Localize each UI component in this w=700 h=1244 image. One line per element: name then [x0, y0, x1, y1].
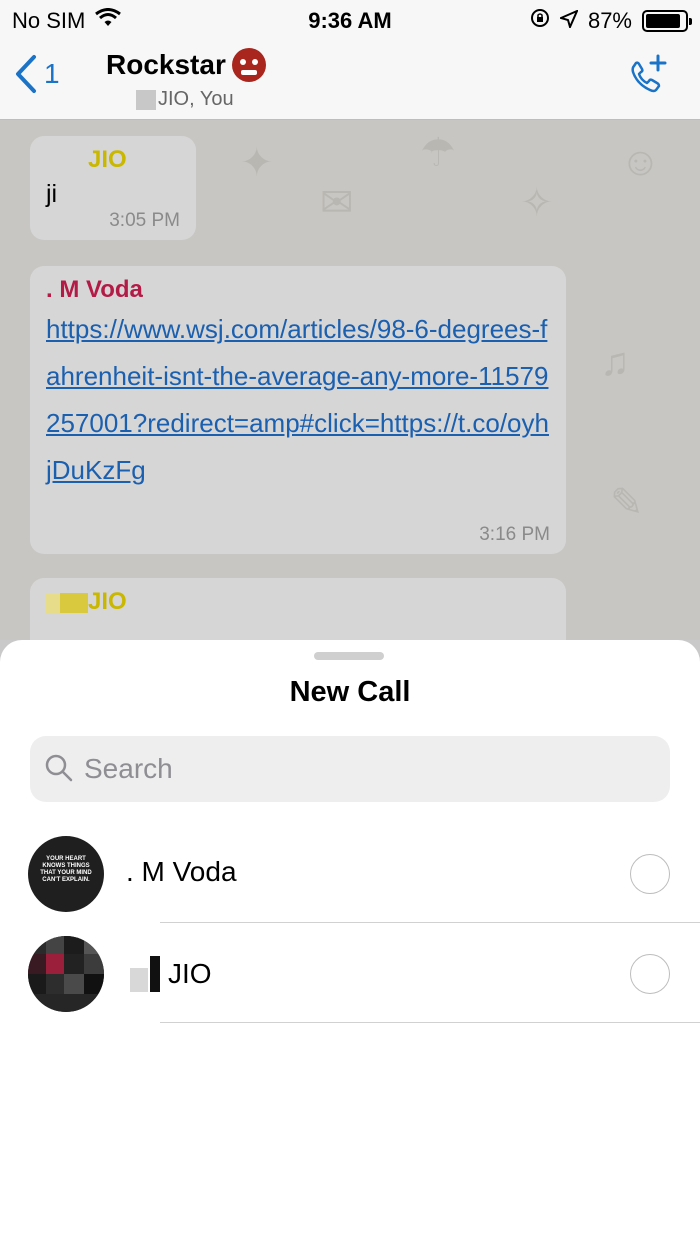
message-sender: . M Voda	[46, 276, 143, 303]
search-icon	[45, 754, 73, 782]
select-radio[interactable]	[630, 854, 670, 894]
doodle-icon: ✧	[520, 181, 554, 225]
status-bar: No SIM 9:36 AM 87%	[0, 0, 700, 40]
chat-title[interactable]: Rockstar	[106, 48, 266, 82]
location-icon	[558, 8, 579, 34]
contact-name: . M Voda	[126, 856, 237, 887]
contact-name: JIO	[168, 958, 212, 989]
search-bar[interactable]	[30, 736, 670, 802]
message-bubble[interactable]: . M Voda https://www.wsj.com/articles/98…	[30, 266, 566, 554]
battery-icon	[642, 10, 692, 32]
message-text: ji	[46, 180, 58, 208]
doodle-icon: ☂	[420, 131, 456, 175]
unread-count: 1	[44, 58, 60, 89]
contact-row[interactable]: JIO	[0, 924, 700, 1024]
avatar-text: YOUR HEART KNOWS THINGS THAT YOUR MIND C…	[40, 856, 92, 883]
pixel-block	[28, 974, 46, 994]
add-call-button[interactable]	[624, 54, 670, 105]
message-sender-label: JIO	[88, 588, 127, 615]
redacted-block	[150, 956, 160, 992]
select-radio[interactable]	[630, 954, 670, 994]
sheet-title: New Call	[289, 676, 411, 708]
message-sender: JIO	[46, 588, 550, 616]
new-call-sheet: New Call YOUR HEART KNOWS THINGS THAT YO…	[0, 640, 700, 1244]
message-bubble[interactable]: JIO	[30, 578, 566, 640]
message-link[interactable]: https://www.wsj.com/articles/98-6-degree…	[46, 306, 551, 494]
contact-row[interactable]: YOUR HEART KNOWS THINGS THAT YOUR MIND C…	[0, 824, 700, 924]
orientation-lock-icon	[530, 8, 550, 34]
redacted-block	[136, 89, 156, 110]
pixel-block	[64, 936, 84, 954]
pixel-block	[28, 994, 104, 1012]
message-sender: JIO	[88, 146, 127, 173]
avatar	[28, 936, 104, 1012]
doodle-icon: ✎	[610, 481, 644, 525]
redacted-block	[60, 592, 88, 613]
pixel-block	[46, 954, 64, 974]
divider	[160, 922, 700, 923]
ogre-icon	[231, 48, 266, 82]
status-right: 87%	[530, 8, 692, 34]
redacted-block	[46, 592, 60, 613]
chat-area[interactable]: ✦ ✉ ☂ ✧ ☺ ♫ ✎ JIO ji 3:05 PM . M Voda ht…	[0, 120, 700, 640]
back-button[interactable]: 1	[14, 54, 60, 94]
chat-header: 1 Rockstar JIO, You	[0, 40, 700, 120]
doodle-icon: ✦	[240, 141, 274, 185]
envelope-doodle-icon: ✉	[320, 181, 354, 225]
doodle-icon: ♫	[600, 340, 630, 384]
pixel-block	[46, 936, 64, 954]
sheet-grabber[interactable]	[314, 652, 384, 660]
group-members-label: JIO, You	[158, 88, 234, 110]
pixel-block	[64, 974, 84, 994]
group-name: Rockstar	[106, 49, 226, 80]
doodle-icon: ☺	[620, 140, 661, 184]
pixel-block	[84, 936, 104, 954]
pixel-block	[84, 954, 104, 974]
pixel-block	[28, 936, 46, 954]
redacted-block	[130, 968, 148, 992]
message-time: 3:05 PM	[109, 210, 180, 231]
message-bubble[interactable]: JIO ji 3:05 PM	[30, 136, 196, 240]
phone-plus-icon	[631, 54, 667, 93]
pixel-block	[84, 974, 104, 994]
group-members[interactable]: JIO, You	[136, 88, 234, 111]
divider	[160, 1022, 700, 1023]
search-input[interactable]	[84, 736, 654, 802]
pixel-block	[28, 954, 46, 974]
chevron-left-icon	[16, 55, 36, 93]
pixel-block	[64, 954, 84, 974]
avatar: YOUR HEART KNOWS THINGS THAT YOUR MIND C…	[28, 836, 104, 912]
battery-percent: 87%	[587, 8, 632, 33]
message-time: 3:16 PM	[479, 524, 550, 545]
pixel-block	[46, 974, 64, 994]
